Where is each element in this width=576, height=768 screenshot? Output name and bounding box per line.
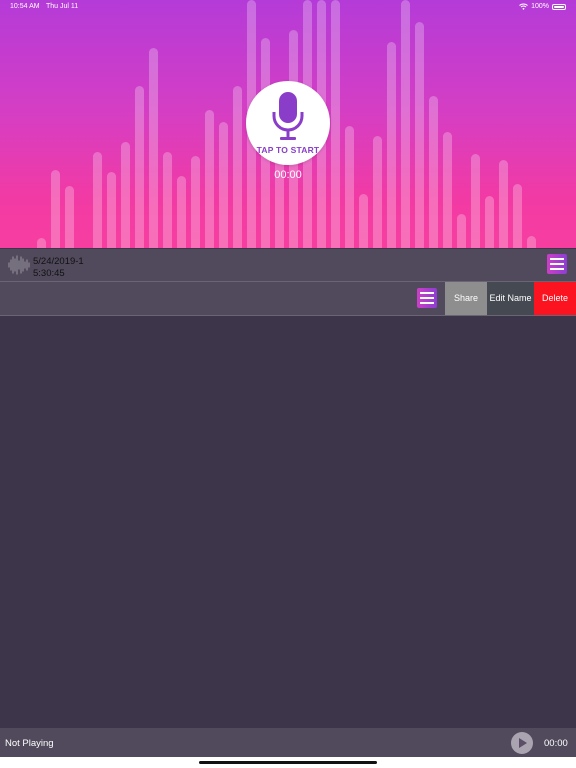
menu-icon[interactable] bbox=[547, 254, 567, 274]
equalizer-bar bbox=[527, 236, 536, 248]
tap-to-start-label: TAP TO START bbox=[256, 145, 320, 155]
equalizer-bar bbox=[401, 0, 410, 248]
equalizer-bar bbox=[107, 172, 116, 248]
equalizer-bar bbox=[443, 132, 452, 248]
battery-icon bbox=[552, 3, 566, 10]
equalizer-bar bbox=[37, 238, 46, 248]
recording-time: 5:30:45 bbox=[33, 268, 65, 279]
equalizer-bar bbox=[93, 152, 102, 248]
equalizer-bar bbox=[219, 122, 228, 248]
menu-icon[interactable] bbox=[417, 288, 437, 308]
microphone-icon bbox=[272, 92, 304, 140]
recording-row-swiped[interactable]: Share Edit Name Delete bbox=[0, 282, 576, 316]
status-date: Thu Jul 11 bbox=[46, 3, 79, 10]
edit-name-button[interactable]: Edit Name bbox=[487, 282, 534, 315]
equalizer-bar bbox=[359, 194, 368, 248]
wifi-icon bbox=[519, 3, 528, 10]
recording-row[interactable]: 5/24/2019-1 5:30:45 bbox=[0, 249, 576, 282]
recorder-header: 10:54 AM Thu Jul 11 100% TAP TO START 00… bbox=[0, 0, 576, 248]
playback-time: 00:00 bbox=[544, 738, 568, 749]
equalizer-bar bbox=[345, 126, 354, 248]
share-button[interactable]: Share bbox=[445, 282, 487, 315]
equalizer-bar bbox=[65, 186, 74, 248]
battery-percent: 100% bbox=[531, 3, 549, 10]
equalizer-bar bbox=[485, 196, 494, 248]
home-indicator bbox=[199, 761, 377, 764]
equalizer-bar bbox=[163, 152, 172, 248]
player-bar: Not Playing 00:00 bbox=[0, 728, 576, 757]
status-bar: 10:54 AM Thu Jul 11 100% bbox=[0, 0, 576, 14]
equalizer-bar bbox=[387, 42, 396, 248]
equalizer-bar bbox=[457, 214, 466, 248]
equalizer-bar bbox=[51, 170, 60, 248]
record-button[interactable]: TAP TO START bbox=[246, 81, 330, 165]
playback-status: Not Playing bbox=[5, 738, 54, 749]
play-icon[interactable] bbox=[511, 732, 533, 754]
equalizer-bar bbox=[373, 136, 382, 248]
delete-button[interactable]: Delete bbox=[534, 282, 576, 315]
waveform-icon bbox=[8, 255, 30, 275]
equalizer-bar bbox=[331, 0, 340, 248]
equalizer-bar bbox=[135, 86, 144, 248]
equalizer-bar bbox=[121, 142, 130, 248]
status-time: 10:54 AM bbox=[10, 3, 40, 10]
equalizer-bar bbox=[513, 184, 522, 248]
equalizer-bar bbox=[177, 176, 186, 248]
recording-timer: 00:00 bbox=[274, 169, 302, 181]
equalizer-bar bbox=[415, 22, 424, 248]
recording-name: 5/24/2019-1 bbox=[33, 256, 84, 267]
equalizer-bar bbox=[233, 86, 242, 248]
equalizer-bar bbox=[149, 48, 158, 248]
status-right: 100% bbox=[519, 3, 566, 10]
